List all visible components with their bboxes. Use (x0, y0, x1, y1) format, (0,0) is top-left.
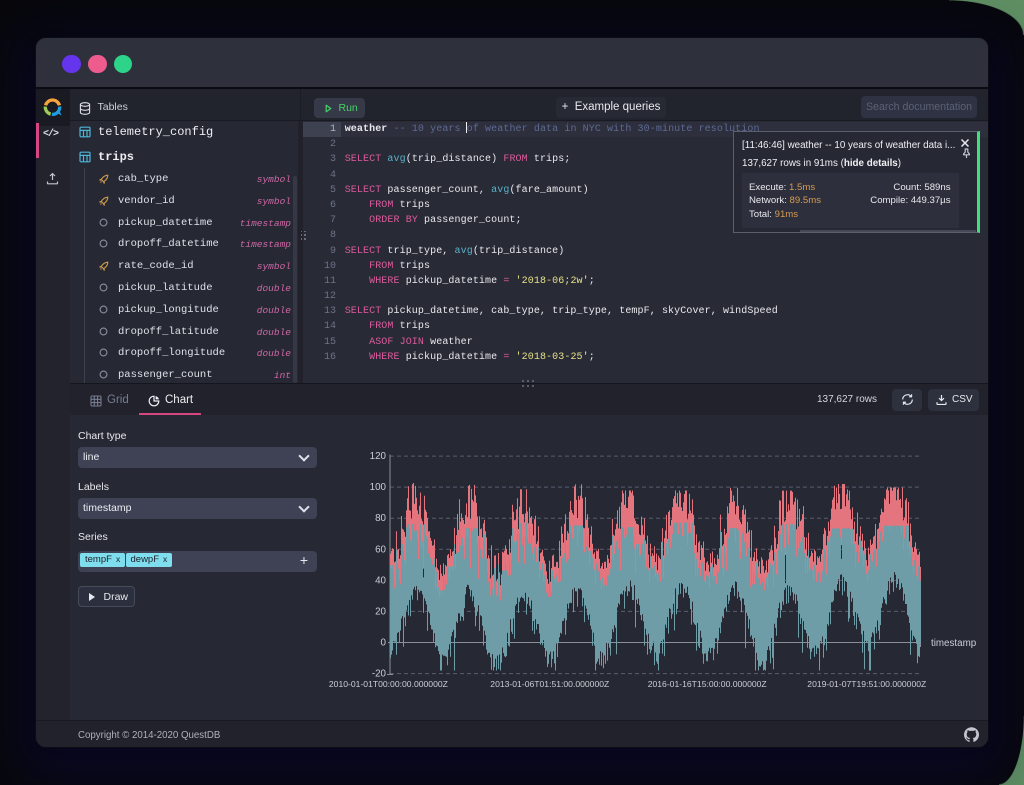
svg-text:20: 20 (375, 606, 386, 617)
svg-text:40: 40 (375, 575, 386, 586)
svg-text:2010-01-01T00:00:00.000000Z: 2010-01-01T00:00:00.000000Z (329, 679, 448, 689)
svg-text:-20: -20 (372, 669, 387, 680)
svg-text:120: 120 (370, 451, 387, 462)
svg-text:0: 0 (381, 638, 387, 649)
svg-text:100: 100 (370, 482, 387, 493)
svg-text:60: 60 (375, 544, 386, 555)
svg-text:2019-01-07T19:51:00.000000Z: 2019-01-07T19:51:00.000000Z (807, 679, 926, 689)
svg-text:80: 80 (375, 513, 386, 524)
svg-text:2013-01-06T01:51:00.000000Z: 2013-01-06T01:51:00.000000Z (490, 679, 609, 689)
svg-text:timestamp: timestamp (931, 638, 977, 649)
svg-text:2016-01-16T15:00:00.000000Z: 2016-01-16T15:00:00.000000Z (648, 679, 767, 689)
